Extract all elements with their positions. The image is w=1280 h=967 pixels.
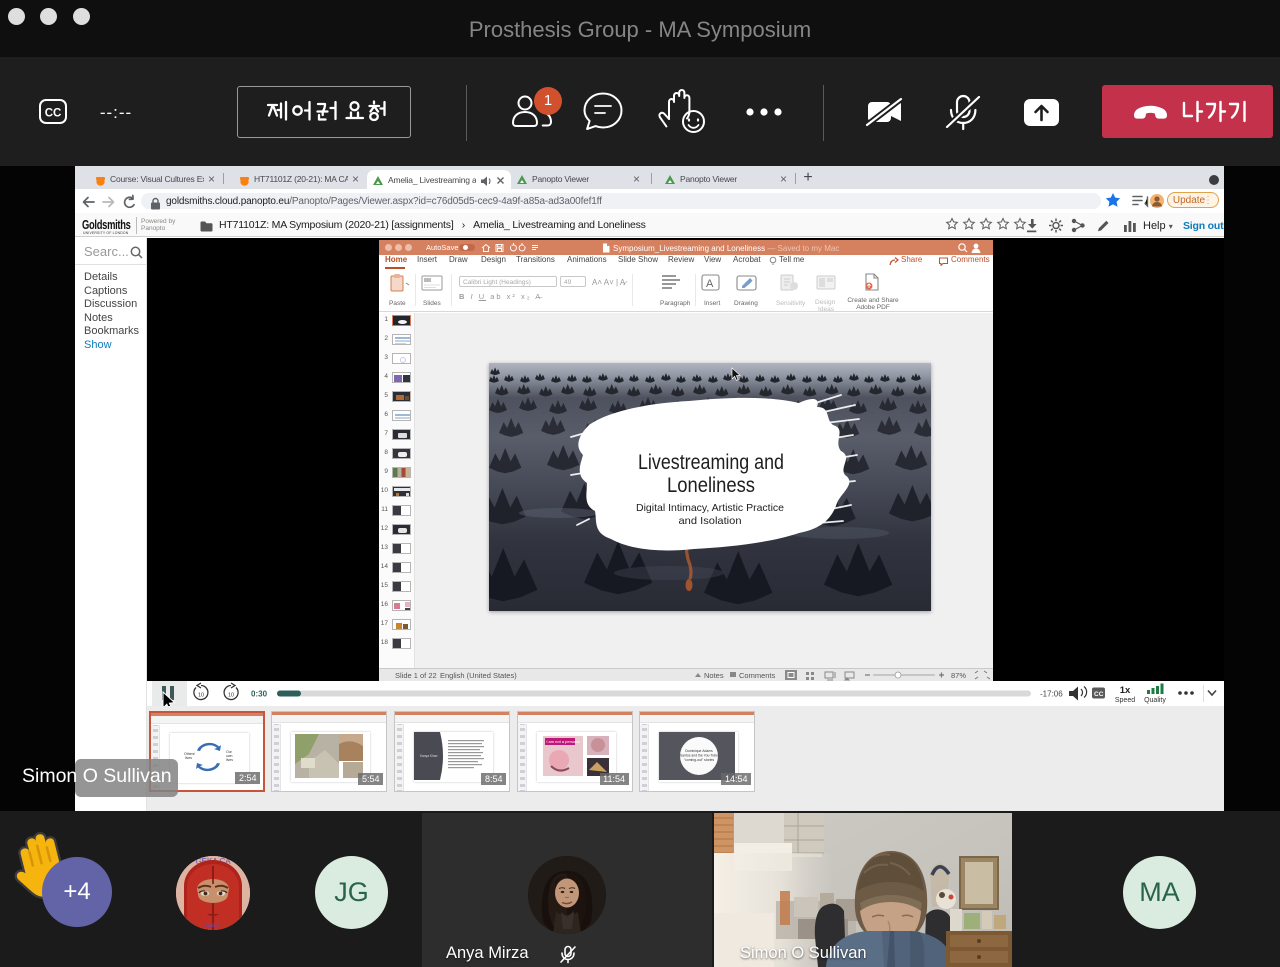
svg-text:Livestreaming and: Livestreaming and (638, 451, 784, 474)
svg-text:Digital Intimacy, Artistic Pr: Digital Intimacy, Artistic Practice (636, 502, 784, 514)
svg-text:Kanya Khan: Kanya Khan (420, 754, 438, 758)
svg-text:Comments: Comments (739, 671, 776, 680)
svg-text:Notes: Notes (704, 671, 724, 680)
svg-text:Speed: Speed (1115, 697, 1135, 704)
svg-text:Quality: Quality (1144, 697, 1166, 704)
svg-text:10: 10 (228, 693, 234, 699)
svg-text:şaka: şaka (206, 922, 220, 929)
svg-text:87%: 87% (951, 671, 966, 680)
svg-text:Santos and the You-Tube: Santos and the You-Tube (680, 754, 718, 758)
svg-text:--:--: --:-- (100, 103, 132, 122)
svg-text:CC: CC (45, 108, 62, 120)
svg-text:1x: 1x (1120, 685, 1131, 696)
svg-text:0:30: 0:30 (251, 690, 268, 699)
svg-text:Loneliness: Loneliness (667, 474, 755, 497)
svg-text:"coming-out" stories: "coming-out" stories (684, 758, 714, 762)
svg-text:A: A (706, 278, 714, 290)
svg-text:-17:06: -17:06 (1040, 690, 1063, 699)
svg-text:i am not a persona: i am not a persona (546, 739, 580, 744)
svg-text:10: 10 (198, 693, 204, 699)
svg-text:CC: CC (1094, 691, 1104, 698)
svg-text:lives: lives (185, 756, 192, 760)
svg-text:lives: lives (226, 758, 233, 762)
svg-text:and Isolation: and Isolation (679, 515, 742, 527)
svg-text:Dominique Adams: Dominique Adams (685, 749, 713, 753)
